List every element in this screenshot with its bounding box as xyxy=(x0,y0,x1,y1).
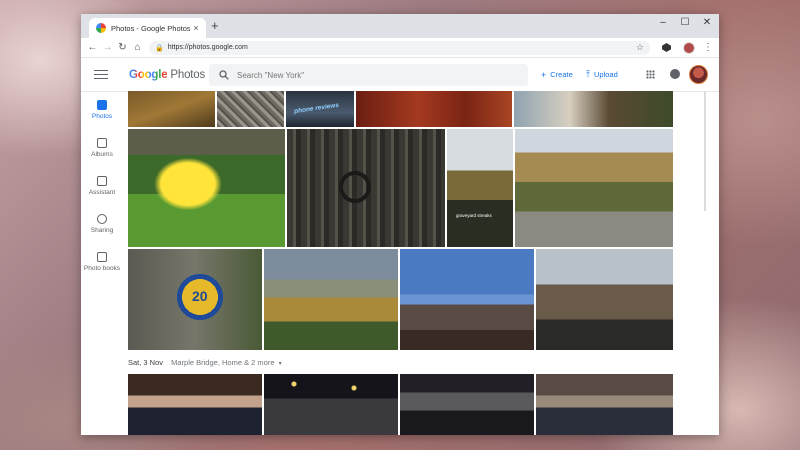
main-menu-icon[interactable] xyxy=(94,67,108,82)
lock-icon: 🔒 xyxy=(155,44,164,52)
photo-grid: phone reviews graveyard streaks 20 Sat, … xyxy=(128,91,673,435)
url-text: https://photos.google.com xyxy=(167,44,248,51)
photo-thumbnail[interactable] xyxy=(400,374,534,435)
photo-overlay-text: phone reviews xyxy=(293,101,340,116)
photo-thumbnail[interactable] xyxy=(128,129,285,247)
create-label: Create xyxy=(550,70,573,79)
photo-thumbnail[interactable] xyxy=(217,91,284,127)
photos-favicon-icon xyxy=(96,23,106,33)
albums-icon xyxy=(97,138,107,148)
door-number-text: 20 xyxy=(192,288,208,304)
sidebar-item-assistant[interactable]: Assistant xyxy=(81,167,123,205)
photo-thumbnail[interactable] xyxy=(536,249,673,350)
location-label[interactable]: Marple Bridge, Home & 2 more xyxy=(171,358,274,367)
sidebar-item-label: Sharing xyxy=(90,227,114,234)
upload-button[interactable]: ⤒ Upload xyxy=(586,58,618,91)
photo-thumbnail[interactable] xyxy=(514,91,673,127)
upload-icon: ⤒ xyxy=(586,69,590,79)
tab-strip: Photos - Google Photos × + – ☐ ✕ xyxy=(81,14,719,38)
tab-title: Photos - Google Photos xyxy=(111,23,190,33)
apps-grid-icon[interactable] xyxy=(646,70,655,79)
photo-thumbnail[interactable] xyxy=(287,129,445,247)
photo-thumbnail[interactable] xyxy=(128,91,215,127)
sidebar-item-sharing[interactable]: Sharing xyxy=(81,205,123,243)
sidebar-item-label: Photos xyxy=(91,113,113,120)
photo-overlay-text: graveyard streaks xyxy=(456,213,492,218)
sidebar-item-albums[interactable]: Albums xyxy=(81,129,123,167)
new-tab-button[interactable]: + xyxy=(211,19,219,33)
photos-icon xyxy=(97,100,107,110)
sidebar: Photos Albums Assistant Sharing Photo bo… xyxy=(81,91,123,281)
photo-thumbnail[interactable] xyxy=(515,129,673,247)
browser-tab[interactable]: Photos - Google Photos × xyxy=(89,18,206,38)
sidebar-item-label: Assistant xyxy=(88,189,116,196)
notifications-icon[interactable] xyxy=(670,69,680,79)
photo-books-icon xyxy=(97,252,107,262)
browser-window: Photos - Google Photos × + – ☐ ✕ ← → ↻ ⌂… xyxy=(81,14,719,435)
close-tab-icon[interactable]: × xyxy=(190,23,202,33)
photo-thumbnail[interactable]: 20 xyxy=(128,249,262,350)
search-icon xyxy=(219,70,229,80)
date-group-header: Sat, 3 Nov Marple Bridge, Home & 2 more … xyxy=(128,358,282,367)
upload-label: Upload xyxy=(593,70,618,79)
browser-profile-avatar[interactable] xyxy=(683,41,695,54)
photo-thumbnail[interactable] xyxy=(264,374,398,435)
assistant-icon xyxy=(97,176,107,186)
photos-app-bar: Google Photos Search "New York" + Create … xyxy=(81,58,719,92)
search-box[interactable]: Search "New York" xyxy=(209,64,528,86)
sidebar-item-photo-books[interactable]: Photo books xyxy=(81,243,123,281)
sidebar-item-photos[interactable]: Photos xyxy=(81,91,123,129)
plus-icon: + xyxy=(541,69,547,80)
search-placeholder: Search "New York" xyxy=(237,70,305,80)
sidebar-item-label: Photo books xyxy=(83,265,121,272)
browser-menu-icon[interactable]: ⋮ xyxy=(703,42,713,53)
photo-thumbnail[interactable] xyxy=(536,374,673,435)
reload-button[interactable]: ↻ xyxy=(115,42,130,53)
photo-thumbnail[interactable] xyxy=(400,249,534,350)
photo-thumbnail[interactable] xyxy=(128,374,262,435)
create-button[interactable]: + Create xyxy=(541,58,573,91)
photo-thumbnail[interactable] xyxy=(356,91,512,127)
browser-toolbar: ← → ↻ ⌂ 🔒 https://photos.google.com ☆ ⋮ xyxy=(81,38,719,58)
home-button[interactable]: ⌂ xyxy=(130,42,145,53)
close-window-button[interactable]: ✕ xyxy=(696,17,718,28)
chevron-down-icon[interactable]: ▾ xyxy=(279,361,282,367)
logo-google-text: Google xyxy=(129,68,168,81)
account-avatar[interactable] xyxy=(689,65,708,84)
sidebar-item-label: Albums xyxy=(91,151,113,158)
date-label: Sat, 3 Nov xyxy=(128,358,164,367)
photo-thumbnail[interactable]: graveyard streaks xyxy=(447,129,513,247)
bookmark-star-icon[interactable]: ☆ xyxy=(636,42,644,53)
logo-photos-text: Photos xyxy=(170,68,206,81)
photo-thumbnail[interactable] xyxy=(264,249,398,350)
address-bar[interactable]: 🔒 https://photos.google.com ☆ xyxy=(149,40,650,55)
google-photos-logo[interactable]: Google Photos xyxy=(129,69,205,81)
photo-thumbnail[interactable]: phone reviews xyxy=(286,91,354,127)
back-button[interactable]: ← xyxy=(85,42,100,53)
forward-button[interactable]: → xyxy=(100,42,115,53)
sharing-icon xyxy=(97,214,107,224)
extension-icon[interactable] xyxy=(662,43,671,52)
scrollbar[interactable] xyxy=(704,91,706,211)
minimize-button[interactable]: – xyxy=(652,17,674,28)
maximize-button[interactable]: ☐ xyxy=(674,17,696,28)
